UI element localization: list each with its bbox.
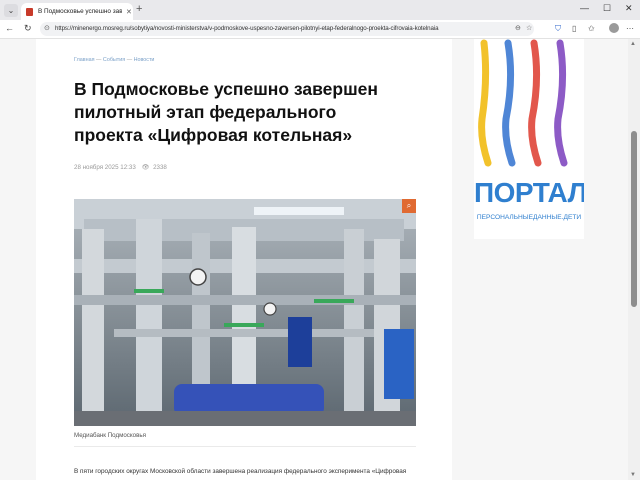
site-info-icon[interactable]: ⊙ — [44, 24, 50, 32]
reload-icon[interactable]: ↻ — [24, 23, 32, 34]
window-close-icon[interactable]: ✕ — [625, 3, 633, 14]
boiler-room-illustration — [74, 199, 416, 426]
breadcrumb: Главная — События — Новости — [74, 57, 155, 63]
article-column: Главная — События — Новости В Подмосковь… — [36, 39, 452, 480]
view-count: 2338 — [153, 164, 167, 171]
address-bar[interactable]: ⊙ https://minenergo.mosreg.ru/sobytiya/n… — [40, 22, 534, 36]
new-tab-plus-icon[interactable]: + — [136, 3, 142, 15]
vertical-scrollbar[interactable]: ▲ ▼ — [628, 39, 640, 480]
ad-logo: ПОРТАЛ — [474, 177, 584, 208]
browser-tab[interactable]: В Подмосковье успешно завер... ✕ — [21, 3, 133, 20]
split-screen-icon[interactable]: ▯ — [572, 24, 576, 33]
photo-caption: Медиабанк Подмосковья — [74, 432, 146, 439]
maximize-icon[interactable]: ☐ — [603, 3, 611, 14]
publish-date: 28 ноября 2025 12:33 — [74, 164, 136, 171]
tab-strip: ⌄ В Подмосковье успешно завер... ✕ + — ☐… — [0, 0, 640, 20]
breadcrumb-item-events[interactable]: События — [103, 57, 125, 63]
scroll-down-arrow-icon[interactable]: ▼ — [630, 472, 636, 478]
ad-subtitle: ПЕРСОНАЛЬНЫЕДАННЫЕ.ДЕТИ — [476, 214, 582, 221]
page-viewport: Главная — События — Новости В Подмосковь… — [0, 39, 628, 480]
chevron-down-icon: ⌄ — [7, 6, 15, 15]
divider — [74, 446, 416, 447]
url-text: https://minenergo.mosreg.ru/sobytiya/nov… — [55, 25, 439, 32]
back-arrow-icon[interactable]: ← — [5, 23, 14, 33]
tab-title: В Подмосковье успешно завер... — [38, 8, 122, 15]
favorite-star-icon[interactable]: ☆ — [526, 24, 532, 32]
favorites-icon[interactable]: ✩ — [588, 24, 595, 33]
more-menu-icon[interactable]: ⋯ — [626, 24, 634, 33]
ad-banner[interactable]: ПОРТАЛ ПЕРСОНАЛЬНЫЕДАННЫЕ.ДЕТИ — [474, 39, 584, 239]
close-icon[interactable]: ✕ — [126, 8, 132, 16]
site-favicon-icon — [26, 7, 33, 16]
scroll-up-arrow-icon[interactable]: ▲ — [630, 41, 636, 47]
breadcrumb-item-home[interactable]: Главная — [74, 57, 95, 63]
toolbar: ← ↻ ⊙ https://minenergo.mosreg.ru/sobyti… — [0, 20, 640, 39]
profile-avatar[interactable] — [609, 23, 619, 33]
article-lead-text: В пяти городских округах Московской обла… — [74, 468, 407, 475]
zoom-photo-button[interactable]: ⌕ — [402, 199, 416, 213]
ad-brush-strokes — [478, 39, 568, 167]
minimize-icon[interactable]: — — [580, 3, 589, 13]
article-photo[interactable]: ⌕ — [74, 199, 416, 426]
eye-icon: 👁 — [141, 164, 150, 171]
tab-actions-button[interactable]: ⌄ — [4, 4, 18, 17]
magnifier-icon: ⌕ — [406, 201, 412, 210]
scrollbar-thumb[interactable] — [631, 131, 637, 307]
breadcrumb-item-news[interactable]: Новости — [134, 57, 155, 63]
article-meta: 28 ноября 2025 12:33 👁 2338 — [74, 163, 167, 171]
reader-mode-icon[interactable]: ⊖ — [515, 24, 521, 32]
page-title: В Подмосковье успешно завершен пилотный … — [74, 79, 378, 145]
shield-extension-icon[interactable]: ⛉ — [555, 24, 561, 34]
